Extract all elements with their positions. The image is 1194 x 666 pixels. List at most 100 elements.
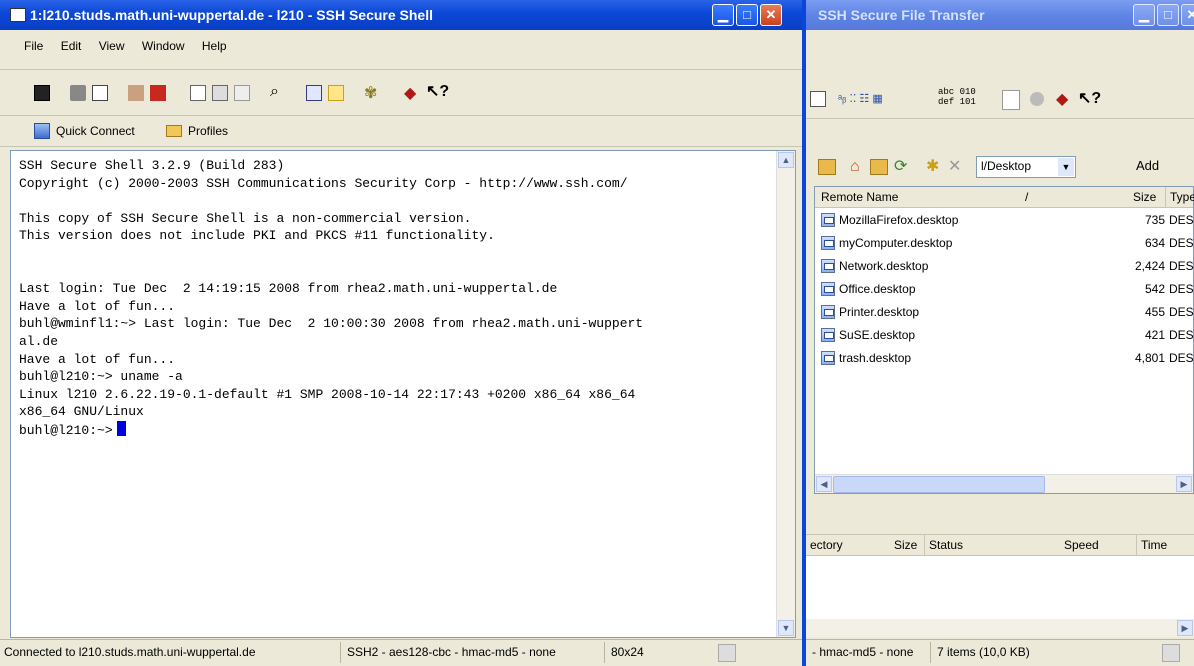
ssh-close-button[interactable]: ✕ [760, 4, 782, 26]
terminal-line: x86_64 GNU/Linux [19, 404, 144, 420]
ssh-title: 1:l210.studs.math.uni-wuppertal.de - l21… [30, 7, 433, 23]
settings-icon[interactable]: ✾ [364, 83, 377, 103]
terminal-line: Last login: Tue Dec 2 14:19:15 2008 from… [19, 281, 558, 297]
list-item[interactable]: Network.desktop 2,424 DESKTO [815, 255, 1194, 278]
status-cipher: SSH2 - aes128-cbc - hmac-md5 - none [340, 642, 600, 663]
sftp-window: SSH Secure File Transfer ▁ □ ✕ ᵃᵦ ⁚⁚ ☷ ▦… [790, 0, 1194, 666]
remote-list-header: Remote Name / Size Type [815, 187, 1194, 208]
terminal-prompt: buhl@l210:~> [19, 422, 113, 438]
terminal-scrollbar[interactable]: ▲ ▼ [776, 151, 795, 637]
context-help-icon[interactable]: ↖? [1078, 88, 1101, 108]
col-size[interactable]: Size [1133, 187, 1156, 207]
sftp-minimize-button[interactable]: ▁ [1133, 4, 1155, 26]
transfer-hscrollbar[interactable]: ▶ [790, 619, 1194, 637]
context-help-icon[interactable]: ↖? [426, 81, 449, 101]
desktop-file-icon [821, 236, 835, 250]
list-item[interactable]: SuSE.desktop 421 DESKTO [815, 324, 1194, 347]
chevron-down-icon[interactable]: ▼ [1058, 158, 1074, 176]
menu-edit[interactable]: Edit [61, 39, 82, 53]
list-item[interactable]: Office.desktop 542 DESKTO [815, 278, 1194, 301]
col-speed[interactable]: Speed [1064, 535, 1099, 555]
col-directory[interactable]: ectory [810, 535, 843, 555]
desktop-file-icon [821, 305, 835, 319]
print-preview-icon[interactable] [92, 85, 108, 101]
status-size: 80x24 [604, 642, 674, 663]
view-icons-icon[interactable]: ᵃᵦ ⁚⁚ ☷ ▦ [838, 92, 883, 105]
terminal-line: Copyright (c) 2000-2003 SSH Communicatio… [19, 175, 628, 191]
desktop-file-icon [821, 351, 835, 365]
scroll-up-icon[interactable]: ▲ [778, 152, 794, 168]
auto-mode-icon[interactable] [1002, 90, 1020, 110]
save-icon[interactable] [34, 85, 50, 101]
list-item[interactable]: trash.desktop 4,801 DESKTO [815, 347, 1194, 370]
scroll-right-icon[interactable]: ▶ [1177, 620, 1193, 636]
sftp-remote-toolbar: ⌂ ⟳ ✱ ✕ l/Desktop ▼ Add [790, 150, 1194, 184]
col-type[interactable]: Type [1165, 187, 1194, 207]
find-icon[interactable]: ⌕ [270, 83, 279, 101]
sftp-title: SSH Secure File Transfer [818, 7, 985, 23]
remote-hscrollbar[interactable]: ◀ ▶ [815, 474, 1193, 493]
sftp-titlebar[interactable]: SSH Secure File Transfer ▁ □ ✕ [790, 0, 1194, 30]
menu-file[interactable]: File [24, 39, 43, 53]
print-icon[interactable] [70, 85, 86, 101]
profiles-button[interactable]: Profiles [166, 121, 228, 141]
list-item[interactable]: Printer.desktop 455 DESKTO [815, 301, 1194, 324]
home-icon[interactable]: ⌂ [850, 158, 860, 176]
sftp-close-button[interactable]: ✕ [1181, 4, 1194, 26]
list-item[interactable]: myComputer.desktop 634 DESKTO [815, 232, 1194, 255]
sftp-toolbar: ᵃᵦ ⁚⁚ ☷ ▦ abc 010 def 101 ◆ ↖? [790, 84, 1194, 119]
ssh-titlebar[interactable]: 1:l210.studs.math.uni-wuppertal.de - l21… [0, 0, 802, 30]
list-item[interactable]: MozillaFirefox.desktop 735 DESKTO [815, 209, 1194, 232]
terminal-line: This version does not include PKI and PK… [19, 228, 495, 244]
resize-grip-icon[interactable] [718, 644, 736, 662]
remote-path-select[interactable]: l/Desktop ▼ [976, 156, 1076, 178]
terminal-line: This copy of SSH Secure Shell is a non-c… [19, 210, 472, 226]
menu-help[interactable]: Help [202, 39, 227, 53]
paste-special-icon[interactable] [234, 85, 250, 101]
quick-connect-button[interactable]: Quick Connect [34, 121, 135, 141]
copy-folder-icon[interactable] [818, 159, 836, 175]
terminal-icon[interactable] [810, 91, 826, 107]
col-status[interactable]: Status [924, 535, 963, 555]
menu-window[interactable]: Window [142, 39, 185, 53]
disconnect-icon[interactable] [150, 85, 166, 101]
terminal-line: buhl@wminfl1:~> Last login: Tue Dec 2 10… [19, 316, 644, 332]
connect-icon[interactable] [128, 85, 144, 101]
col-time[interactable]: Time [1136, 535, 1167, 555]
ssh-statusbar: Connected to l210.studs.math.uni-wuppert… [0, 639, 802, 666]
status-connection: Connected to l210.studs.math.uni-wuppert… [4, 645, 256, 659]
new-file-icon[interactable]: ✱ [926, 156, 939, 176]
scroll-down-icon[interactable]: ▼ [778, 620, 794, 636]
ssh-quickbar: Quick Connect Profiles [0, 116, 802, 147]
ascii-mode-icon[interactable]: abc 010 def 101 [938, 87, 976, 107]
sftp-maximize-button[interactable]: □ [1157, 4, 1179, 26]
help-book-icon[interactable]: ◆ [404, 83, 416, 103]
add-button[interactable]: Add [1136, 158, 1159, 173]
resize-grip-icon[interactable] [1162, 644, 1180, 662]
new-terminal-icon[interactable] [306, 85, 322, 101]
col-remote-name[interactable]: Remote Name [821, 187, 898, 207]
scroll-right-icon[interactable]: ▶ [1176, 476, 1192, 492]
up-folder-icon[interactable] [870, 159, 888, 175]
copy-icon[interactable] [190, 85, 206, 101]
desktop-file-icon [821, 282, 835, 296]
terminal-area[interactable]: SSH Secure Shell 3.2.9 (Build 283) Copyri… [10, 150, 796, 638]
help-book-icon[interactable]: ◆ [1056, 89, 1068, 109]
menu-view[interactable]: View [99, 39, 125, 53]
file-transfer-icon[interactable] [328, 85, 344, 101]
transfer-header: ectory Size Status Speed Time [790, 535, 1194, 556]
col-transfer-size[interactable]: Size [894, 535, 917, 555]
stop-icon[interactable] [1030, 92, 1044, 106]
ssh-minimize-button[interactable]: ▁ [712, 4, 734, 26]
scroll-thumb[interactable] [833, 476, 1045, 493]
scroll-left-icon[interactable]: ◀ [816, 476, 832, 492]
delete-icon[interactable]: ✕ [948, 156, 961, 176]
ssh-maximize-button[interactable]: □ [736, 4, 758, 26]
refresh-icon[interactable]: ⟳ [894, 156, 907, 176]
paste-icon[interactable] [212, 85, 228, 101]
terminal-line: buhl@l210:~> uname -a [19, 369, 183, 385]
transfer-queue: ectory Size Status Speed Time ▶ [790, 534, 1194, 637]
remote-file-list: Remote Name / Size Type MozillaFirefox.d… [814, 186, 1194, 494]
